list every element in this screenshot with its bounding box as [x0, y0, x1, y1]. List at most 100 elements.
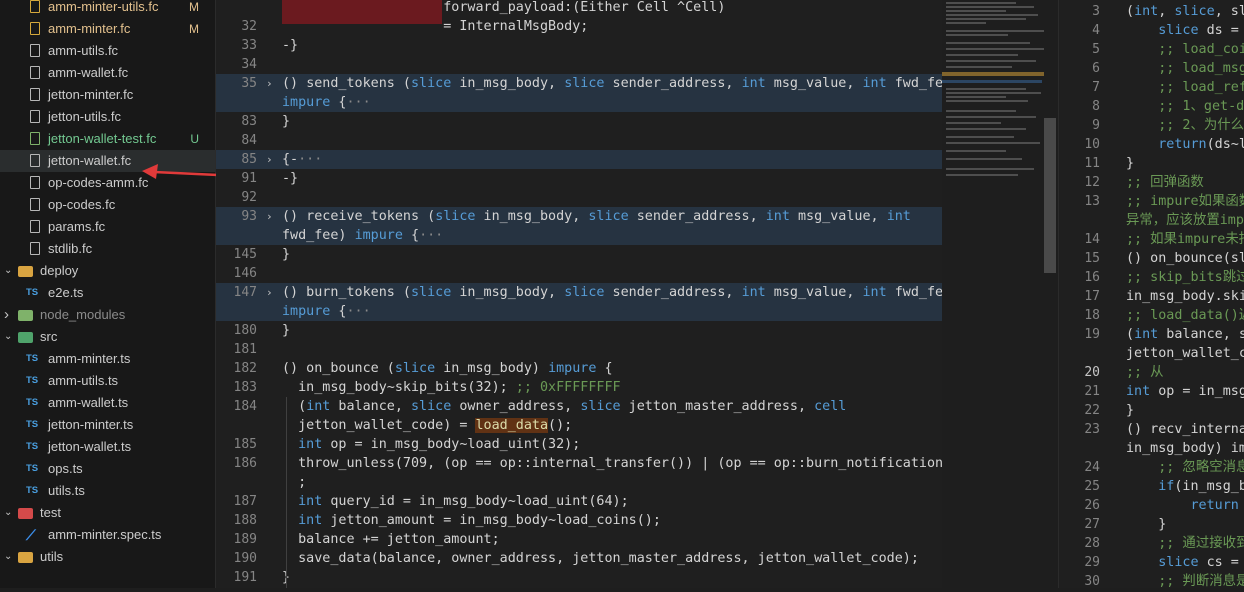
code-line[interactable]: 146 [216, 264, 942, 283]
code-line[interactable]: 190 save_data(balance, owner_address, je… [216, 549, 942, 568]
fold-chevron-icon[interactable]: › [266, 283, 273, 302]
code-line[interactable]: 93 ›() receive_tokens (slice in_msg_body,… [216, 207, 942, 226]
code-line[interactable]: fwd_fee) impure {··· [216, 226, 942, 245]
code-line[interactable]: 92 [216, 188, 942, 207]
code-line[interactable]: 8 ;; 1、get-da [1059, 97, 1244, 116]
code-line[interactable]: 189 balance += jetton_amount; [216, 530, 942, 549]
code-line[interactable]: 异常，应该放置impu [1059, 211, 1244, 230]
tree-item[interactable]: TS amm-minter.ts [0, 348, 215, 370]
code-line[interactable]: 183 in_msg_body~skip_bits(32); ;; 0xFFFF… [216, 378, 942, 397]
chevron-down-icon[interactable]: ⌄ [4, 502, 12, 524]
code-line[interactable]: 5 ;; load_coin [1059, 40, 1244, 59]
code-line[interactable]: 23 () recv_internal [1059, 420, 1244, 439]
tree-item[interactable]: TS jetton-minter.ts [0, 414, 215, 436]
code-text: -} [282, 169, 298, 188]
code-line[interactable]: 187 int query_id = in_msg_body~load_uint… [216, 492, 942, 511]
scrollbar-thumb[interactable] [1044, 118, 1056, 273]
code-line[interactable]: 6 ;; load_msg_ [1059, 59, 1244, 78]
code-line[interactable]: forward_payload:(Either Cell ^Cell) [216, 0, 942, 17]
code-line[interactable]: 181 [216, 340, 942, 359]
tree-item[interactable]: op-codes.fc [0, 194, 215, 216]
code-line[interactable]: 185 int op = in_msg_body~load_uint(32); [216, 435, 942, 454]
code-line[interactable]: jetton_wallet_co [1059, 344, 1244, 363]
fold-chevron-icon[interactable]: › [266, 150, 273, 169]
code-line[interactable]: 20 ;; 从 [1059, 363, 1244, 382]
tree-item[interactable]: ⟋ amm-minter.spec.ts [0, 524, 215, 546]
code-line[interactable]: 19 (int balance, sl [1059, 325, 1244, 344]
code-line[interactable]: 30 ;; 判断消息是 [1059, 572, 1244, 588]
code-line[interactable]: impure {··· [216, 93, 942, 112]
code-line[interactable]: 180} [216, 321, 942, 340]
tree-item[interactable]: amm-minter.fc M [0, 18, 215, 40]
code-line[interactable]: 15 () on_bounce(sli [1059, 249, 1244, 268]
code-line[interactable]: 25 if(in_msg_bo [1059, 477, 1244, 496]
code-line[interactable]: 184 (int balance, slice owner_address, s… [216, 397, 942, 416]
chevron-down-icon[interactable]: ⌄ [4, 546, 12, 568]
tree-item[interactable]: › node_modules [0, 304, 215, 326]
code-line[interactable]: 145} [216, 245, 942, 264]
code-line[interactable]: 3 (int, slice, sl [1059, 2, 1244, 21]
code-line[interactable]: impure {··· [216, 302, 942, 321]
tree-item[interactable]: TS ops.ts [0, 458, 215, 480]
code-line[interactable]: 29 slice cs = i [1059, 553, 1244, 572]
code-line[interactable]: 9 ;; 2、为什么 [1059, 116, 1244, 135]
code-line[interactable]: jetton_wallet_code) = load_data(); [216, 416, 942, 435]
tree-item[interactable]: stdlib.fc [0, 238, 215, 260]
code-line[interactable]: 26 return ( [1059, 496, 1244, 515]
code-line[interactable]: 14 ;; 如果impure未指 [1059, 230, 1244, 249]
code-line[interactable]: 7 ;; load_refe [1059, 78, 1244, 97]
code-line[interactable]: 28 ;; 通过接收到 [1059, 534, 1244, 553]
tree-item[interactable]: amm-minter-utils.fc M [0, 0, 215, 18]
tree-item[interactable]: TS utils.ts [0, 480, 215, 502]
chevron-down-icon[interactable]: ⌄ [4, 326, 12, 348]
tree-item[interactable]: jetton-wallet-test.fc U [0, 128, 215, 150]
code-line[interactable]: 10 return(ds~lo [1059, 135, 1244, 154]
code-line[interactable]: 32 = InternalMsgBody; [216, 17, 942, 36]
code-line[interactable]: 4 slice ds = g [1059, 21, 1244, 40]
code-line[interactable]: 17 in_msg_body.skip [1059, 287, 1244, 306]
tree-item[interactable]: jetton-minter.fc [0, 84, 215, 106]
tree-item[interactable]: jetton-utils.fc [0, 106, 215, 128]
code-line[interactable]: 22} [1059, 401, 1244, 420]
tree-item[interactable]: ⌄ test [0, 502, 215, 524]
code-line[interactable]: 83} [216, 112, 942, 131]
tree-item[interactable]: TS amm-utils.ts [0, 370, 215, 392]
code-line[interactable]: 24 ;; 忽略空消息 [1059, 458, 1244, 477]
code-line[interactable]: ; [216, 473, 942, 492]
code-line[interactable]: 27 } [1059, 515, 1244, 534]
fold-chevron-icon[interactable]: › [266, 207, 273, 226]
code-line[interactable]: 186 throw_unless(709, (op == op::interna… [216, 454, 942, 473]
code-line[interactable]: 18 ;; load_data()返 [1059, 306, 1244, 325]
code-line[interactable]: 85 › {-··· [216, 150, 942, 169]
code-line[interactable]: 188 int jetton_amount = in_msg_body~load… [216, 511, 942, 530]
split-editor-pane[interactable]: 3(int, slice, sl4 slice ds = g5 ;; load_… [1058, 0, 1244, 588]
fold-chevron-icon[interactable]: › [266, 74, 273, 93]
tree-item[interactable]: amm-utils.fc [0, 40, 215, 62]
code-line[interactable]: 21 int op = in_msg_ [1059, 382, 1244, 401]
code-line[interactable]: 91 -} [216, 169, 942, 188]
tree-item[interactable]: params.fc [0, 216, 215, 238]
code-line[interactable]: 147 ›() burn_tokens (slice in_msg_body, s… [216, 283, 942, 302]
tree-item[interactable]: TS e2e.ts [0, 282, 215, 304]
tree-item[interactable]: TS jetton-wallet.ts [0, 436, 215, 458]
tree-item[interactable]: ⌄ deploy [0, 260, 215, 282]
tree-item[interactable]: amm-wallet.fc [0, 62, 215, 84]
chevron-down-icon[interactable]: ⌄ [4, 260, 12, 282]
code-line[interactable]: 12 ;; 回弹函数 [1059, 173, 1244, 192]
code-line[interactable]: 13 ;; impure如果函数 [1059, 192, 1244, 211]
code-line[interactable]: 191} [216, 568, 942, 587]
code-line[interactable]: 35 ›() send_tokens (slice in_msg_body, sl… [216, 74, 942, 93]
code-line[interactable]: 182 () on_bounce (slice in_msg_body) impu… [216, 359, 942, 378]
chevron-right-icon[interactable]: › [4, 304, 9, 326]
code-line[interactable]: 11} [1059, 154, 1244, 173]
code-line[interactable]: 34 [216, 55, 942, 74]
code-line[interactable]: 33 -} [216, 36, 942, 55]
minimap[interactable] [942, 0, 1057, 588]
tree-item[interactable]: TS amm-wallet.ts [0, 392, 215, 414]
code-line[interactable]: 16 ;; skip_bits跳过 [1059, 268, 1244, 287]
code-line[interactable]: in_msg_body) imp [1059, 439, 1244, 458]
tree-item[interactable]: ⌄ utils [0, 546, 215, 568]
code-editor[interactable]: forward_payload:(Either Cell ^Cell) 32 = … [216, 0, 942, 588]
tree-item[interactable]: ⌄ src [0, 326, 215, 348]
code-line[interactable]: 84 [216, 131, 942, 150]
